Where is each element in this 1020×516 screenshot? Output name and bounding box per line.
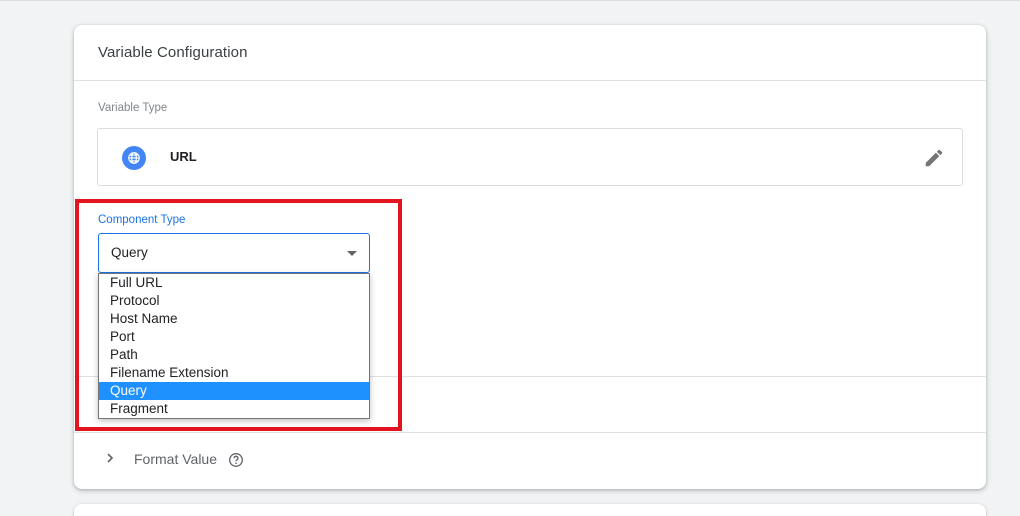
- chevron-right-icon: [104, 451, 116, 463]
- globe-icon: [122, 146, 146, 170]
- component-type-select[interactable]: Query: [98, 233, 370, 273]
- dropdown-option[interactable]: Full URL: [99, 274, 369, 292]
- help-circle-icon[interactable]: [228, 452, 244, 468]
- component-type-label: Component Type: [98, 214, 186, 226]
- pencil-icon[interactable]: [923, 147, 945, 169]
- card-title: Variable Configuration: [98, 44, 248, 61]
- dropdown-option[interactable]: Filename Extension: [99, 364, 369, 382]
- format-value-label: Format Value: [134, 451, 217, 467]
- dropdown-option[interactable]: Port: [99, 328, 369, 346]
- card-header: Variable Configuration: [74, 25, 986, 81]
- dropdown-option[interactable]: Query: [99, 382, 369, 400]
- dropdown-arrow-icon: [347, 251, 357, 256]
- variable-type-label: Variable Type: [98, 102, 168, 114]
- variable-type-field[interactable]: URL: [97, 128, 963, 186]
- dropdown-option[interactable]: Host Name: [99, 310, 369, 328]
- dropdown-option[interactable]: Protocol: [99, 292, 369, 310]
- variable-configuration-card: Variable Configuration Variable Type URL…: [74, 25, 986, 489]
- format-value-toggle[interactable]: Format Value: [74, 433, 986, 485]
- component-type-selected-value: Query: [111, 245, 148, 260]
- top-border: [0, 0, 1020, 1]
- next-card: [74, 504, 986, 516]
- component-type-dropdown-list[interactable]: Full URL Protocol Host Name Port Path Fi…: [98, 273, 370, 419]
- dropdown-option[interactable]: Path: [99, 346, 369, 364]
- variable-type-name: URL: [170, 149, 197, 164]
- dropdown-option[interactable]: Fragment: [99, 400, 369, 418]
